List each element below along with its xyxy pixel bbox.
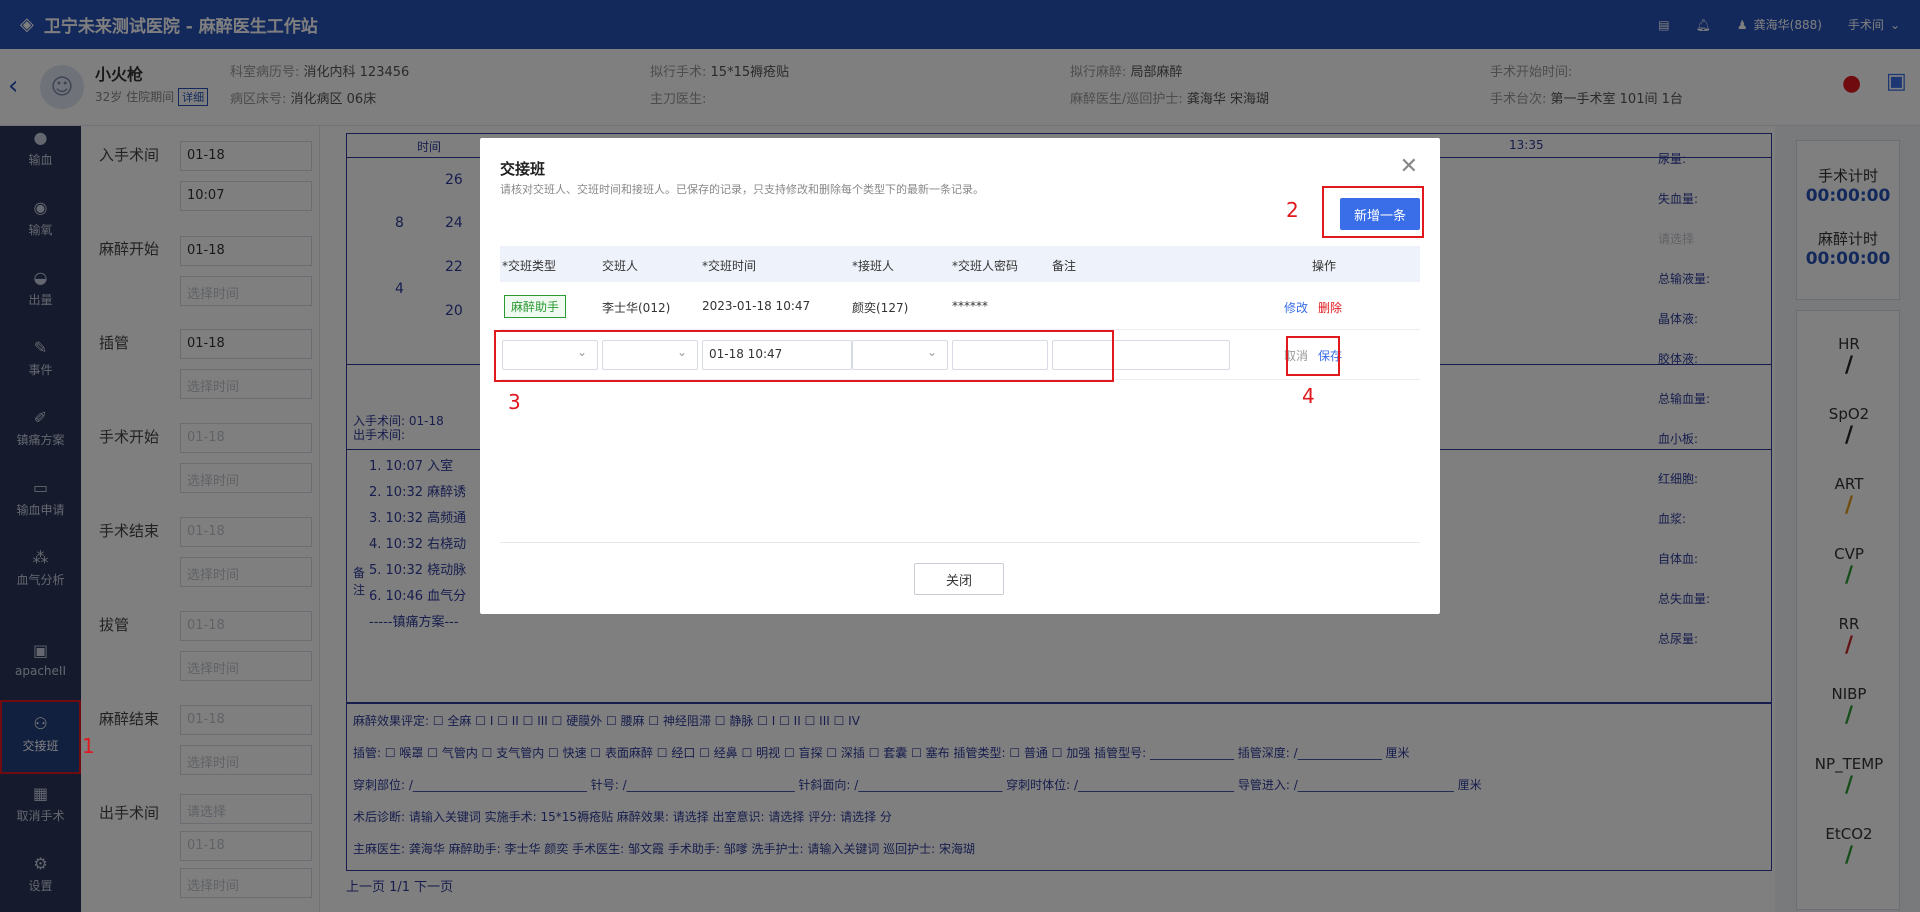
handover-time: 2023-01-18 10:47 [702, 299, 811, 313]
annotation-1-top: 1 [82, 734, 95, 758]
highlight-box-3 [494, 330, 1114, 382]
annotation-3: 3 [508, 390, 521, 414]
table-header: *交班类型 交班人 *交班时间 *接班人 *交班人密码 备注 操作 [500, 246, 1420, 282]
handover-type-badge: 麻醉助手 [504, 295, 567, 318]
column-header: 备注 [1052, 259, 1077, 273]
handover-person: 李士华(012) [602, 301, 671, 315]
column-header: *交班人密码 [952, 259, 1019, 273]
footer-divider [500, 542, 1420, 543]
table-row: 麻醉助手 李士华(012) 2023-01-18 10:47 颜奕(127) *… [500, 284, 1420, 330]
column-header: *交班时间 [702, 259, 757, 273]
receiver: 颜奕(127) [852, 301, 909, 315]
column-header: *交班类型 [502, 259, 557, 273]
handover-dialog: 交接班 请核对交班人、交班时间和接班人。已保存的记录，只支持修改和删除每个类型下… [480, 138, 1440, 614]
dialog-description: 请核对交班人、交班时间和接班人。已保存的记录，只支持修改和删除每个类型下的最新一… [500, 183, 984, 196]
close-icon[interactable]: ✕ [1400, 154, 1418, 179]
column-header: 操作 [1312, 259, 1337, 273]
password: ****** [952, 299, 988, 313]
annotation-4: 4 [1302, 384, 1315, 408]
delete-link[interactable]: 删除 [1318, 299, 1342, 316]
close-button[interactable]: 关闭 [914, 563, 1004, 595]
highlight-box-4 [1286, 336, 1340, 376]
column-header: *接班人 [852, 259, 895, 273]
highlight-box-2 [1322, 186, 1424, 238]
edit-link[interactable]: 修改 [1284, 299, 1308, 316]
annotation-2: 2 [1286, 198, 1299, 222]
dialog-title: 交接班 [500, 160, 546, 178]
column-header: 交班人 [602, 259, 639, 273]
